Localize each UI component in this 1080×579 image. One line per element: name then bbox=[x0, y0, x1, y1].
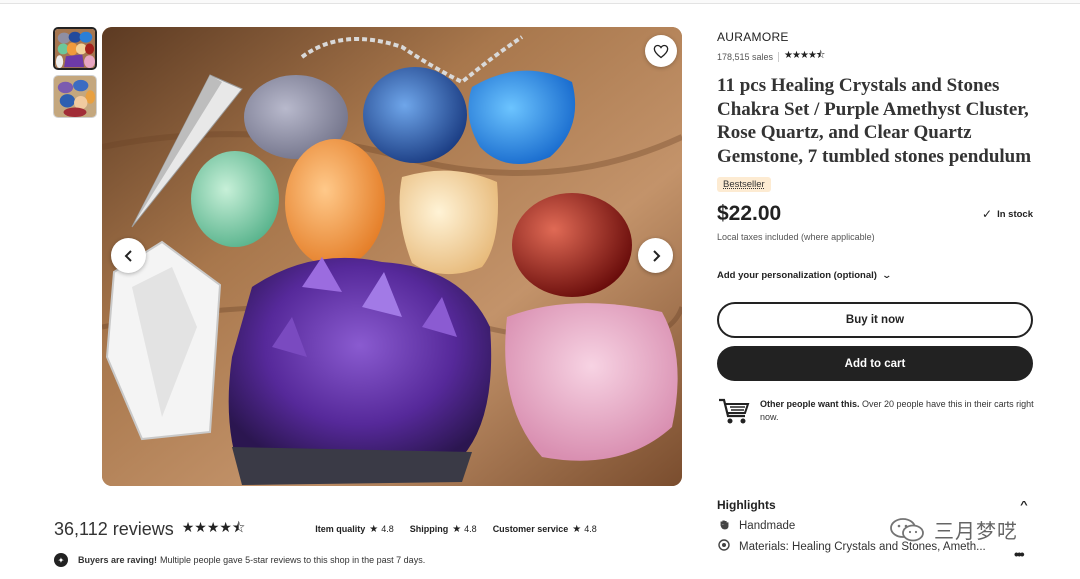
star-icon: ★ bbox=[369, 523, 379, 535]
demand-notice: Other people want this. Over 20 people h… bbox=[717, 396, 1035, 426]
price-row: $22.00 ✓ In stock bbox=[717, 202, 1035, 226]
buy-it-now-button[interactable]: Buy it now bbox=[717, 302, 1033, 338]
metric-label: Shipping bbox=[409, 524, 449, 534]
sales-rating-row: 178,515 sales ★★★★⯪ bbox=[717, 48, 1035, 65]
raving-bold: Buyers are raving! bbox=[78, 555, 158, 565]
review-metrics: Item quality ★ 4.8 Shipping ★ 4.8 Custom… bbox=[315, 524, 613, 535]
chevron-left-icon bbox=[124, 249, 132, 262]
materials-icon bbox=[717, 539, 731, 554]
shop-name-link[interactable]: AURAMORE bbox=[717, 30, 1035, 44]
hand-icon bbox=[717, 519, 731, 533]
chevron-down-icon: ⌄ bbox=[881, 270, 892, 280]
metric-label: Item quality bbox=[315, 524, 366, 534]
previous-image-button[interactable] bbox=[111, 238, 146, 273]
bestseller-badge[interactable]: Bestseller bbox=[717, 177, 771, 192]
metric-value: 4.8 bbox=[464, 524, 477, 534]
product-main-image bbox=[102, 27, 682, 486]
demand-bold: Other people want this. bbox=[760, 399, 860, 409]
price: $22.00 bbox=[717, 202, 782, 225]
stock-label: In stock bbox=[997, 208, 1033, 220]
watermark-text: 三月梦呓 bbox=[934, 519, 1018, 543]
highlight-label: Handmade bbox=[739, 520, 796, 532]
top-border bbox=[0, 0, 1080, 4]
metric-value: 4.8 bbox=[381, 524, 394, 534]
divider bbox=[778, 51, 780, 62]
metric-shipping: Shipping ★ 4.8 bbox=[410, 524, 477, 535]
heart-icon bbox=[653, 44, 669, 58]
thumbnail-1[interactable] bbox=[53, 27, 97, 70]
next-image-button[interactable] bbox=[638, 238, 673, 273]
crystal-photo bbox=[102, 27, 682, 486]
favorite-button[interactable] bbox=[645, 35, 677, 67]
demand-text: Other people want this. Over 20 people h… bbox=[760, 396, 1035, 423]
wechat-watermark: 三月梦呓 bbox=[888, 515, 1018, 544]
review-stars: ★★★★⯪ bbox=[181, 519, 246, 535]
add-to-cart-button[interactable]: Add to cart bbox=[717, 346, 1033, 381]
personalization-toggle[interactable]: Add your personalization (optional) ⌄ bbox=[717, 270, 1035, 281]
reviews-summary: 36,112 reviews ★★★★⯪ Item quality ★ 4.8 … bbox=[54, 517, 654, 541]
metric-customer-service: Customer service ★ 4.8 bbox=[493, 524, 597, 535]
listing-title: 11 pcs Healing Crystals and Stones Chakr… bbox=[717, 75, 1032, 167]
more-options-icon[interactable]: ••• bbox=[1014, 546, 1025, 562]
highlights-heading: Highlights bbox=[717, 498, 776, 512]
metric-value: 4.8 bbox=[584, 524, 597, 534]
sales-count: 178,515 sales bbox=[717, 51, 774, 62]
metric-item-quality: Item quality ★ 4.8 bbox=[315, 524, 394, 535]
wechat-icon bbox=[890, 517, 924, 541]
check-icon: ✓ bbox=[982, 207, 993, 221]
shop-rating-stars[interactable]: ★★★★⯪ bbox=[784, 48, 825, 65]
stock-status: ✓ In stock bbox=[982, 207, 1033, 221]
thumbnail-strip bbox=[53, 27, 99, 123]
chevron-right-icon bbox=[652, 249, 660, 262]
personalization-label: Add your personalization (optional) bbox=[717, 270, 877, 281]
review-count: 36,112 reviews bbox=[54, 518, 174, 539]
star-badge-icon: ✦ bbox=[54, 553, 68, 567]
raving-text: Multiple people gave 5-star reviews to t… bbox=[160, 555, 426, 565]
tax-note: Local taxes included (where applicable) bbox=[717, 232, 875, 242]
star-icon: ★ bbox=[572, 523, 582, 535]
chevron-up-icon: ^ bbox=[1020, 499, 1028, 511]
buyers-raving-notice: ✦ Buyers are raving! Multiple people gav… bbox=[54, 553, 425, 567]
star-icon: ★ bbox=[452, 523, 462, 535]
shopping-cart-icon bbox=[719, 398, 750, 424]
thumbnail-2[interactable] bbox=[53, 75, 97, 118]
highlights-header[interactable]: Highlights ^ bbox=[717, 498, 1033, 512]
listing-info: AURAMORE 178,515 sales ★★★★⯪ 11 pcs Heal… bbox=[717, 30, 1035, 426]
metric-label: Customer service bbox=[492, 524, 569, 534]
